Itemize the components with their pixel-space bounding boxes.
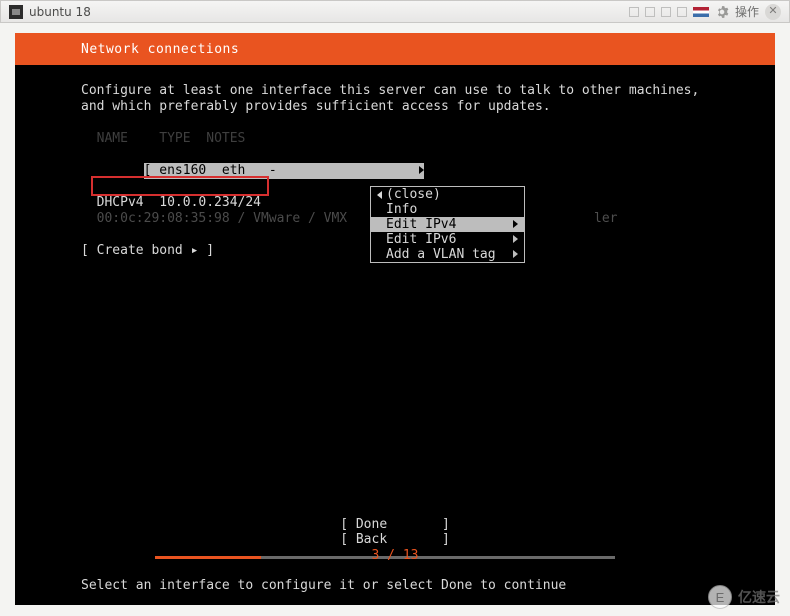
win-ctl-3[interactable] [661,7,671,17]
menu-add-vlan[interactable]: Add a VLAN tag [371,247,524,262]
watermark-logo-icon: E [708,585,732,609]
flag-icon[interactable] [693,7,709,17]
chevron-right-icon [419,166,424,174]
progress-label: 3 / 13 [15,548,775,563]
vm-titlebar: ubuntu 18 操作 ✕ [0,0,790,23]
context-menu: (close) Info Edit IPv4 Edit IPv6 Add a V… [370,186,525,263]
page-title: Network connections [15,33,775,65]
chevron-left-icon [377,191,382,199]
instruction-line-2: and which preferably provides sufficient… [81,99,709,115]
back-button[interactable]: [ Back ] [15,532,775,547]
instruction-line-1: Configure at least one interface this se… [81,83,709,99]
win-ctl-4[interactable] [677,7,687,17]
chevron-right-icon [513,250,518,258]
done-button[interactable]: [ Done ] [15,517,775,532]
watermark: E 亿速云 [708,584,780,610]
action-label[interactable]: 操作 [735,3,759,20]
menu-edit-ipv4[interactable]: Edit IPv4 [371,217,524,232]
menu-close[interactable]: (close) [371,187,524,202]
installer-screen: Network connections Configure at least o… [15,33,775,605]
window-controls: 操作 ✕ [629,3,781,20]
window-title: ubuntu 18 [29,5,91,19]
gear-icon[interactable] [715,5,729,19]
watermark-text: 亿速云 [738,587,780,607]
chevron-right-icon [513,220,518,228]
win-ctl-2[interactable] [645,7,655,17]
win-ctl-1[interactable] [629,7,639,17]
menu-info[interactable]: Info [371,202,524,217]
table-header: NAME TYPE NOTES [81,131,709,147]
menu-edit-ipv6[interactable]: Edit IPv6 [371,232,524,247]
footer-buttons: [ Done ] [ Back ] [15,517,775,547]
vm-icon [9,5,23,19]
help-text: Select an interface to configure it or s… [81,578,566,593]
chevron-right-icon [513,235,518,243]
close-icon[interactable]: ✕ [765,4,781,20]
progress-bar: 3 / 13 [15,549,775,565]
